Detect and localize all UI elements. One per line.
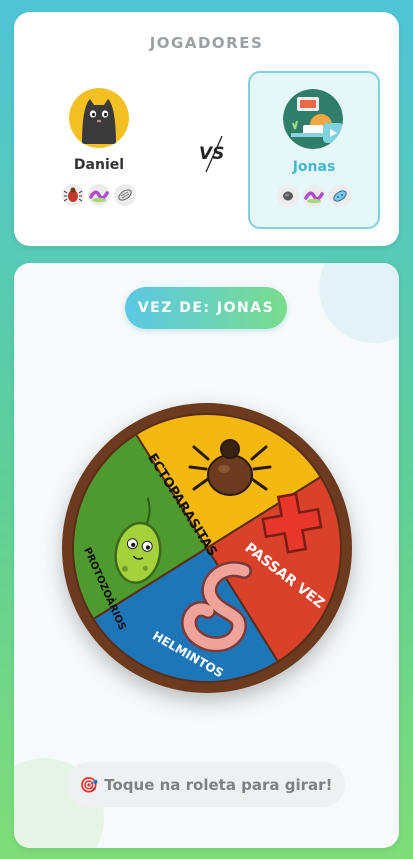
target-icon: 🎯 [79,775,99,794]
play-icon [323,123,343,143]
vs-label: VS [196,134,232,174]
black-cat-avatar [69,88,129,148]
players-card: JOGADORES Daniel VS Jonas [14,12,399,246]
svg-text:VS: VS [199,144,224,164]
tick-icon [62,184,84,206]
spin-hint: 🎯 Toque na roleta para girar! [67,762,345,807]
decorative-circle-top [319,263,399,343]
collected-icons [34,184,164,206]
worm-icon [303,185,325,207]
game-card: VEZ DE: JONAS ECTOPARASITAS PASSAR VEZ H… [14,263,399,848]
protozoa-icon [329,185,351,207]
worm-icon [88,184,110,206]
player-jonas: Jonas [248,71,380,229]
turn-indicator: VEZ DE: JONAS [125,287,287,329]
protozoa-icon [114,184,136,206]
player-name: Jonas [292,159,336,175]
roulette-wheel[interactable]: ECTOPARASITAS PASSAR VEZ HELMINTOS PROTO… [62,403,352,693]
player-name: Daniel [73,157,125,173]
players-title: JOGADORES [149,34,264,52]
scientist-avatar [283,89,343,149]
collected-icons [250,185,378,207]
stone-icon [277,185,299,207]
hint-text: Toque na roleta para girar! [104,775,333,794]
player-daniel: Daniel [34,70,164,226]
